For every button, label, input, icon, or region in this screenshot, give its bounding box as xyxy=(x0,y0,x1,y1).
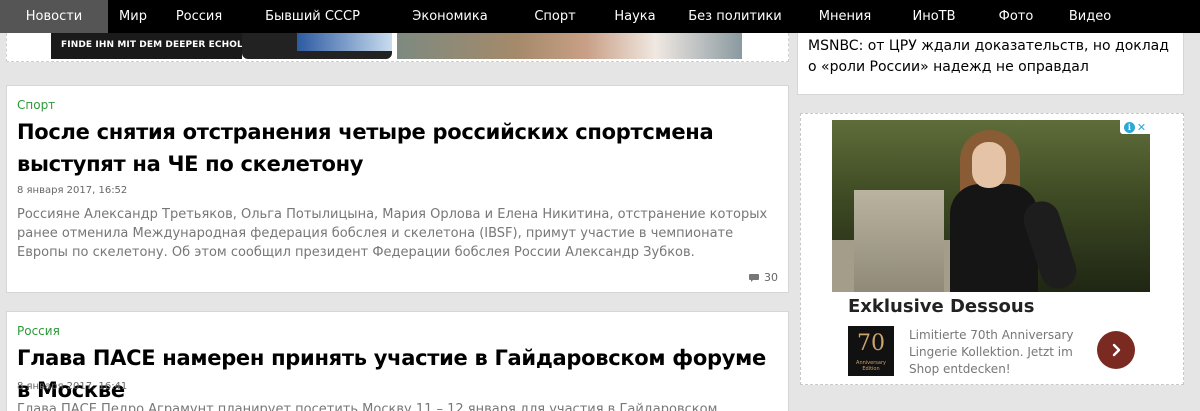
article-date: 8 января 2017, 16:52 xyxy=(17,185,128,196)
phone-screen-image xyxy=(297,33,392,51)
ad-image[interactable]: i ✕ xyxy=(832,120,1150,292)
close-icon[interactable]: ✕ xyxy=(1137,122,1146,133)
nav-item-russia[interactable]: Россия xyxy=(158,0,240,33)
sidebar-news-title[interactable]: MSNBC: от ЦРУ ждали доказательств, но до… xyxy=(808,36,1178,78)
article-category[interactable]: Россия xyxy=(17,324,60,338)
fishing-photo xyxy=(397,33,742,59)
article-headline[interactable]: После снятия отстранения четыре российск… xyxy=(17,116,777,180)
nav-item-no-politics[interactable]: Без политики xyxy=(675,0,795,33)
nav-item-video[interactable]: Видео xyxy=(1059,0,1121,33)
nav-item-photo[interactable]: Фото xyxy=(973,0,1059,33)
sidebar-news-item: MSNBC: от ЦРУ ждали доказательств, но до… xyxy=(797,33,1184,95)
nav-item-news[interactable]: Новости xyxy=(0,0,108,33)
article-summary: Глава ПАСЕ Педро Аграмунт планирует посе… xyxy=(17,402,718,411)
article-summary: Россияне Александр Третьяков, Ольга Поты… xyxy=(17,207,768,260)
ad-image-stone xyxy=(854,190,944,292)
article-date: 8 января 2017, 16:41 xyxy=(17,381,128,392)
nav-item-opinions[interactable]: Мнения xyxy=(795,0,895,33)
top-ad-text: FINDE IHN MIT DEM DEEPER ECHOLOT xyxy=(61,40,257,50)
sidebar-ad[interactable]: i ✕ Exklusive Dessous 70 Anniversary Edi… xyxy=(800,113,1184,385)
top-banner-ad[interactable]: FINDE IHN MIT DEM DEEPER ECHOLOT xyxy=(6,33,789,62)
nav-item-science[interactable]: Наука xyxy=(595,0,675,33)
comments-count: 30 xyxy=(764,271,778,284)
ad-logo-number: 70 xyxy=(857,331,885,356)
info-icon[interactable]: i xyxy=(1123,121,1135,133)
article-category[interactable]: Спорт xyxy=(17,98,55,112)
nav-item-sport[interactable]: Спорт xyxy=(515,0,595,33)
nav-item-ex-ussr[interactable]: Бывший СССР xyxy=(240,0,385,33)
nav-item-economy[interactable]: Экономика xyxy=(385,0,515,33)
article-card: Спорт После снятия отстранения четыре ро… xyxy=(6,85,789,293)
comment-icon xyxy=(749,273,759,282)
comments-link[interactable]: 30 xyxy=(749,271,778,284)
top-navigation: Новости Мир Россия Бывший СССР Экономика… xyxy=(0,0,1200,33)
chevron-right-icon xyxy=(1112,343,1121,357)
article-headline[interactable]: Глава ПАСЕ намерен принять участие в Гай… xyxy=(17,342,777,406)
ad-description: Limitierte 70th Anniversary Lingerie Kol… xyxy=(909,328,1074,376)
ad-logo-sub: Anniversary Edition xyxy=(856,360,886,372)
top-ad-dark-panel: FINDE IHN MIT DEM DEEPER ECHOLOT xyxy=(51,33,256,59)
ad-title[interactable]: Exklusive Dessous xyxy=(848,296,1034,317)
adchoices-badge[interactable]: i ✕ xyxy=(1120,120,1150,134)
article-card: Россия Глава ПАСЕ намерен принять участи… xyxy=(6,311,789,411)
ad-image-body xyxy=(950,184,1038,292)
ad-logo: 70 Anniversary Edition xyxy=(848,326,894,376)
nav-item-inotv[interactable]: ИноТВ xyxy=(895,0,973,33)
ad-arrow-button[interactable] xyxy=(1097,331,1135,369)
nav-item-world[interactable]: Мир xyxy=(108,0,158,33)
ad-image-face xyxy=(972,142,1006,188)
